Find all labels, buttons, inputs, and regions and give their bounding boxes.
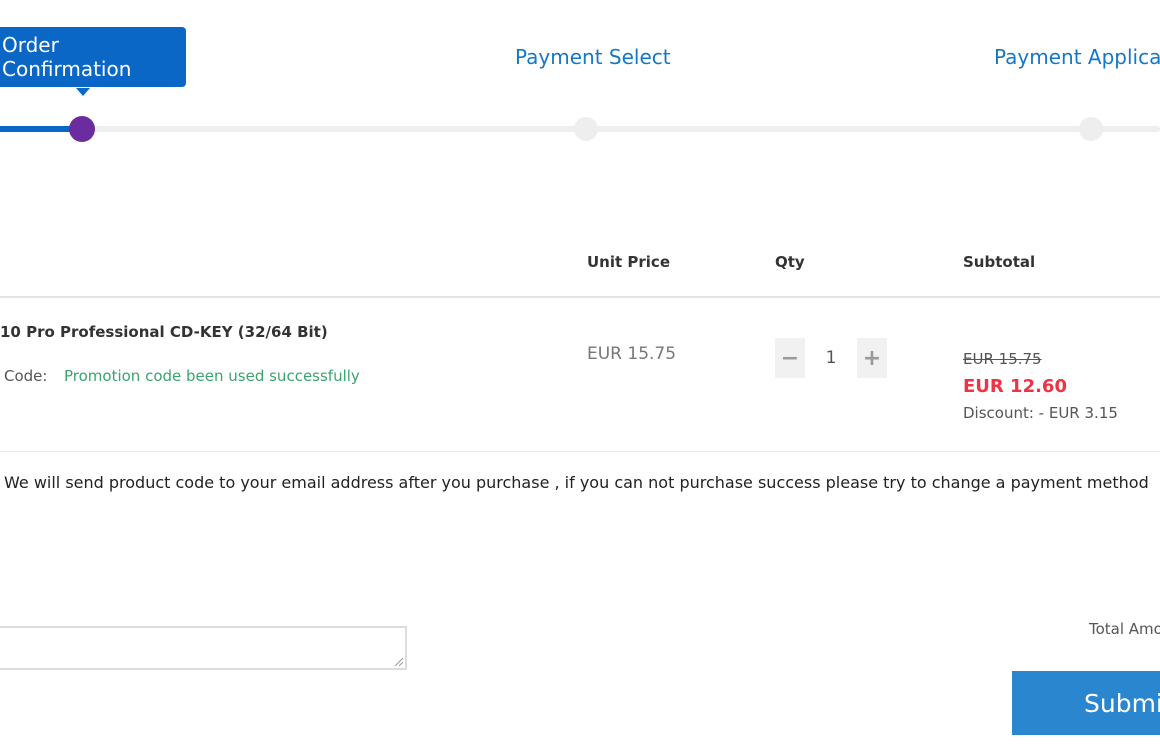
order-page: Order Confirmation Payment Select Paymen… [0,0,1160,750]
step-dot [574,117,598,141]
step-dot-active [69,116,95,142]
qty-increase-button[interactable]: + [857,338,887,378]
subtotal-original-price: EUR 15.75 [963,350,1042,368]
qty-decrease-button[interactable]: − [775,338,805,378]
submit-button[interactable]: Submi [1012,671,1160,735]
subtotal-final-price: EUR 12.60 [963,376,1067,397]
column-header-subtotal: Subtotal [963,253,1036,271]
promo-success-message: Promotion code been used successfully [64,367,360,385]
step-pointer-icon [76,88,90,96]
promo-code-label: Code: [4,367,48,385]
step-order-confirmation[interactable]: Order Confirmation [0,27,186,87]
step-dot [1079,117,1103,141]
delivery-notice: We will send product code to your email … [4,473,1149,492]
resize-handle-icon[interactable] [393,656,403,666]
remark-textarea[interactable] [0,626,407,670]
total-amount-label: Total Amo [1089,620,1160,638]
column-header-qty: Qty [775,253,805,271]
column-header-unit-price: Unit Price [587,253,670,271]
submit-label: Submi [1084,688,1160,718]
step-payment-select[interactable]: Payment Select [515,45,671,69]
qty-input[interactable]: 1 [805,338,857,378]
table-row-divider [0,451,1160,452]
quantity-stepper: − 1 + [775,338,887,378]
step-label: Order Confirmation [2,33,132,81]
table-header-divider [0,296,1160,298]
unit-price: EUR 15.75 [587,344,677,364]
step-payment-application[interactable]: Payment Applicati [994,45,1160,69]
subtotal-discount: Discount: - EUR 3.15 [963,404,1118,422]
product-name[interactable]: 10 Pro Professional CD-KEY (32/64 Bit) [0,323,328,341]
